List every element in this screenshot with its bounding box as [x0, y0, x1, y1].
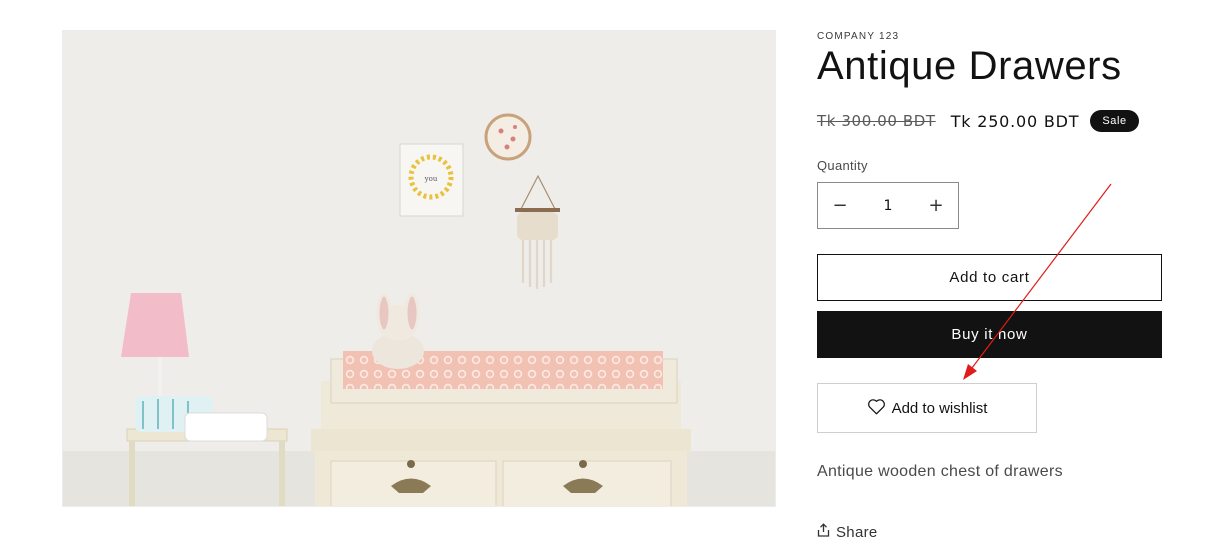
product-photo: you — [63, 31, 775, 506]
product-title: Antique Drawers — [817, 44, 1122, 88]
share-button[interactable]: Share — [817, 523, 878, 541]
share-label: Share — [836, 523, 878, 541]
product-image[interactable]: you — [62, 30, 776, 507]
quantity-input[interactable] — [862, 196, 914, 215]
regular-price: Tk 300.00 BDT — [817, 112, 936, 130]
svg-text:you: you — [424, 175, 438, 183]
product-description: Antique wooden chest of drawers — [817, 463, 1063, 480]
buy-now-button[interactable]: Buy it now — [817, 311, 1162, 358]
decrease-quantity-button[interactable]: − — [818, 183, 862, 228]
price-row: Tk 300.00 BDT Tk 250.00 BDT Sale — [817, 110, 1139, 132]
add-to-wishlist-button[interactable]: Add to wishlist — [817, 383, 1037, 433]
quantity-stepper: − + — [817, 182, 959, 229]
increase-quantity-button[interactable]: + — [914, 183, 958, 228]
sale-price: Tk 250.00 BDT — [950, 111, 1080, 131]
sale-badge: Sale — [1090, 110, 1139, 132]
quantity-label: Quantity — [817, 158, 868, 173]
vendor-label: COMPANY 123 — [817, 31, 900, 42]
wishlist-label: Add to wishlist — [891, 399, 988, 417]
add-to-cart-button[interactable]: Add to cart — [817, 254, 1162, 301]
share-icon — [817, 523, 836, 541]
heart-icon — [867, 398, 892, 419]
